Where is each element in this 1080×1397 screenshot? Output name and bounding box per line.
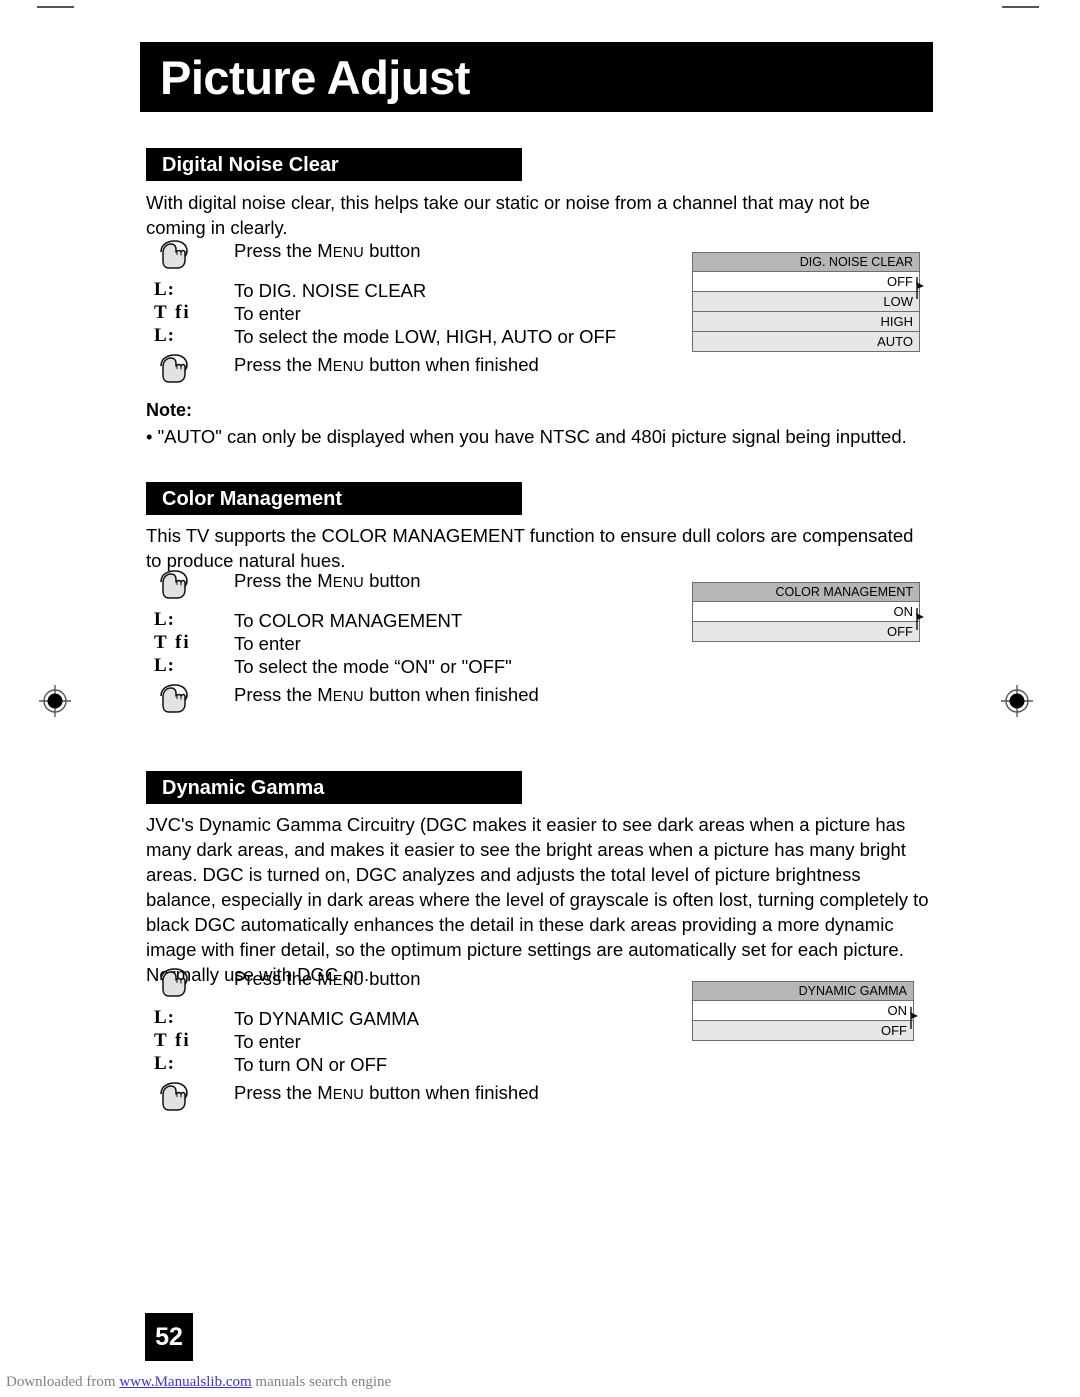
step-label: To enter	[234, 633, 301, 654]
arrow-up-down-icon: L:	[154, 609, 175, 630]
arrow-enter-icon: T fi	[154, 302, 191, 323]
step-row: L: To turn ON or OFF	[146, 1054, 539, 1076]
arrow-up-down-icon: L:	[154, 279, 175, 300]
hand-press-icon	[146, 354, 234, 385]
step-row: Press the MENU button	[146, 968, 539, 1001]
step-row: T fi To enter	[146, 303, 616, 325]
step-row: L: To DIG. NOISE CLEAR	[146, 280, 616, 302]
section-body-dynamic-gamma: JVC's Dynamic Gamma Circuitry (DGC makes…	[146, 814, 929, 985]
steps-color-management: Press the MENU button L: To COLOR MANAGE…	[146, 570, 539, 715]
menu-cursor-arrow	[913, 277, 926, 299]
hand-press-icon	[146, 684, 234, 715]
step-label: To DIG. NOISE CLEAR	[234, 280, 427, 301]
osd-menu-dynamic-gamma[interactable]: DYNAMIC GAMMA ON OFF	[692, 981, 914, 1041]
step-row: T fi To enter	[146, 1031, 539, 1053]
hand-press-icon	[146, 1082, 234, 1113]
steps-dynamic-gamma: Press the MENU button L: To DYNAMIC GAMM…	[146, 968, 539, 1113]
osd-row-on[interactable]: ON	[693, 602, 919, 622]
section-header-color-management: Color Management	[146, 482, 522, 515]
osd-row-off[interactable]: OFF	[693, 1021, 913, 1040]
osd-row-low[interactable]: LOW	[693, 292, 919, 312]
step-label: Press the MENU button	[234, 240, 421, 261]
section-header-dynamic-gamma: Dynamic Gamma	[146, 771, 522, 804]
manualslib-link[interactable]: www.Manualslib.com	[119, 1374, 251, 1390]
crop-mark-top-left	[37, 6, 74, 8]
footer-suffix: manuals search engine	[251, 1374, 392, 1390]
section-header-digital-noise-clear: Digital Noise Clear	[146, 148, 522, 181]
step-row: L: To select the mode LOW, HIGH, AUTO or…	[146, 326, 616, 348]
step-label: Press the MENU button	[234, 968, 421, 989]
section-body-color-management: This TV supports the COLOR MANAGEMENT fu…	[146, 525, 914, 571]
step-label: To select the mode LOW, HIGH, AUTO or OF…	[234, 326, 617, 347]
registration-mark-right	[1000, 684, 1034, 718]
footer: Downloaded from www.Manualslib.com manua…	[6, 1374, 391, 1391]
arrow-up-down-icon: L:	[154, 1053, 175, 1074]
page-number-badge: 52	[145, 1313, 193, 1361]
osd-row-high[interactable]: HIGH	[693, 312, 919, 332]
section-heading-label: Digital Noise Clear	[162, 153, 339, 176]
osd-row-on[interactable]: ON	[693, 1001, 913, 1021]
steps-digital-noise-clear: Press the MENU button L: To DIG. NOISE C…	[146, 240, 616, 385]
osd-header: DYNAMIC GAMMA	[693, 982, 913, 1001]
arrow-enter-icon: T fi	[154, 1030, 191, 1051]
arrow-enter-icon: T fi	[154, 632, 191, 653]
hand-press-icon	[146, 570, 234, 601]
note-label: Note:	[146, 400, 192, 420]
osd-menu-color-management[interactable]: COLOR MANAGEMENT ON OFF	[692, 582, 920, 642]
step-label: To DYNAMIC GAMMA	[234, 1008, 420, 1029]
menu-cursor-arrow	[907, 1007, 920, 1029]
step-row: L: To DYNAMIC GAMMA	[146, 1008, 539, 1030]
osd-header: DIG. NOISE CLEAR	[693, 253, 919, 272]
osd-row-off[interactable]: OFF	[693, 622, 919, 641]
step-label: To enter	[234, 1031, 301, 1052]
hand-press-icon	[146, 240, 234, 271]
step-label: To turn ON or OFF	[234, 1054, 388, 1075]
osd-row-auto[interactable]: AUTO	[693, 332, 919, 351]
step-label: To select the mode “ON" or "OFF"	[234, 656, 512, 677]
osd-menu-dig-noise-clear[interactable]: DIG. NOISE CLEAR OFF LOW HIGH AUTO	[692, 252, 920, 352]
osd-row-off[interactable]: OFF	[693, 272, 919, 292]
arrow-up-down-icon: L:	[154, 1007, 175, 1028]
step-row: Press the MENU button when finished	[146, 354, 616, 385]
step-row: L: To COLOR MANAGEMENT	[146, 610, 539, 632]
arrow-up-down-icon: L:	[154, 325, 175, 346]
crop-mark-top-right	[1002, 6, 1039, 8]
step-row: L: To select the mode “ON" or "OFF"	[146, 656, 539, 678]
section-heading-label: Color Management	[162, 487, 343, 510]
hand-press-icon	[146, 968, 234, 999]
section-heading-label: Dynamic Gamma	[162, 776, 325, 799]
page-number: 52	[155, 1322, 183, 1351]
page-title-bar: Picture Adjust	[140, 42, 933, 112]
step-label: Press the MENU button when finished	[234, 1082, 539, 1103]
step-label: Press the MENU button	[234, 570, 421, 591]
step-row: Press the MENU button when finished	[146, 684, 539, 715]
step-row: Press the MENU button	[146, 570, 539, 603]
footer-prefix: Downloaded from	[6, 1374, 120, 1390]
registration-mark-left	[38, 684, 72, 718]
arrow-up-down-icon: L:	[154, 655, 175, 676]
step-label: To COLOR MANAGEMENT	[234, 610, 463, 631]
step-row: Press the MENU button when finished	[146, 1082, 539, 1113]
step-label: Press the MENU button when finished	[234, 354, 539, 375]
note-item: • "AUTO" can only be displayed when you …	[146, 426, 907, 447]
step-label: Press the MENU button when finished	[234, 684, 539, 705]
osd-header: COLOR MANAGEMENT	[693, 583, 919, 602]
step-row: Press the MENU button	[146, 240, 616, 273]
step-label: To enter	[234, 303, 301, 324]
menu-cursor-arrow	[913, 608, 926, 630]
section-body-digital-noise-clear: With digital noise clear, this helps tak…	[146, 192, 870, 238]
step-row: T fi To enter	[146, 633, 539, 655]
page-title: Picture Adjust	[160, 50, 470, 104]
